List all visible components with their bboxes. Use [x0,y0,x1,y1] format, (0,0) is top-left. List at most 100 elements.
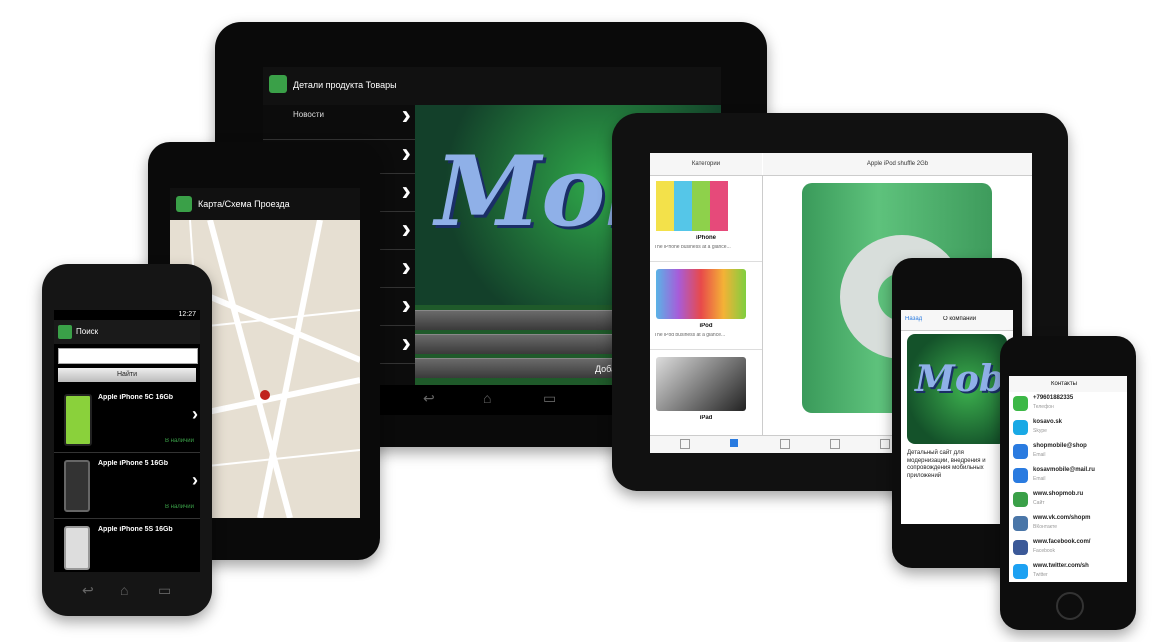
android-phone: 12:27 Поиск Найти Apple iPhone 5C 16Gb В… [42,264,212,616]
status-bar: 12:27 [54,310,200,320]
tab-icon[interactable] [730,439,738,447]
chevron-right-icon: › [401,251,411,282]
app-icon [58,325,72,339]
tab-icon[interactable] [680,439,690,449]
contact-row[interactable]: kosavmobile@mail.ru Email [1009,464,1127,489]
back-key-icon[interactable]: ↩ [82,582,94,599]
contact-type: Email [1033,452,1046,458]
map-title: Карта/Схема Проезда [198,200,290,209]
contact-value: kosavo.sk [1033,419,1063,425]
iphone-contacts: Контакты +79601882335 Телефон kosavo.sk Sk… [1000,336,1136,630]
menu-item-label: Новости [293,111,324,119]
tab-icon[interactable] [880,439,890,449]
contact-type: Сайт [1033,500,1045,506]
tab-icon[interactable] [830,439,840,449]
list-item[interactable]: iPad [650,351,762,435]
map-marker-icon [260,390,270,400]
vk-icon [1013,516,1028,531]
list-item[interactable]: Apple iPhone 5 16Gb В наличии › [54,454,200,519]
menu-item-news[interactable]: Новости › [263,99,415,140]
about-text: Детальный сайт для модернизации, внедрен… [907,450,986,479]
contact-type: ВКонтакте [1033,524,1058,530]
contact-value: www.vk.com/shopm [1033,515,1091,521]
phone-header: Поиск [54,320,200,344]
list-item[interactable]: iPod The iPod business at a glance... [650,263,762,350]
product-status: В наличии [164,438,194,444]
search-button[interactable]: Найти [58,368,196,382]
contact-type: Facebook [1033,548,1055,554]
contact-row[interactable]: www.shopmob.ru Сайт [1009,488,1127,513]
category-name: iPod [699,323,713,329]
ios-title: Контакты [1051,381,1077,387]
product-name: Apple iPhone 5C 16Gb [98,394,174,401]
product-status: В наличии [164,504,194,510]
contact-type: Телефон [1033,404,1054,410]
list-item[interactable]: Apple iPhone 5C 16Gb В наличии › [54,388,200,453]
product-image [64,394,92,446]
mail-icon [1013,444,1028,459]
ipod-image [656,269,746,319]
category-list: iPhone The iPhone business at a glance..… [650,175,763,435]
ipad-left-header: Категории [650,153,762,176]
contact-row[interactable]: shopmobile@shop Email [1009,440,1127,465]
contact-row[interactable]: www.vk.com/shopm ВКонтакте [1009,512,1127,537]
home-button[interactable] [1056,592,1084,620]
product-name: Apple iPhone 5S 16Gb [98,526,173,533]
tablet-title: Детали продукта Товары [293,81,397,90]
contact-row[interactable]: kosavo.sk Skype [1009,416,1127,441]
search-input[interactable] [58,348,198,364]
chevron-right-icon: › [401,213,411,244]
mail-icon [1013,468,1028,483]
chevron-right-icon: › [192,470,198,490]
contact-row[interactable]: www.twitter.com/sh Twitter [1009,560,1127,582]
category-desc: The iPhone business at a glance... [654,245,731,250]
contact-row[interactable]: www.facebook.com/Facebook [1009,536,1127,561]
contact-value: www.twitter.com/sh [1033,563,1089,569]
chevron-right-icon: › [401,289,411,320]
list-item[interactable]: Apple iPhone 5S 16Gb [54,520,200,570]
company-logo: Mob [907,334,1007,444]
ipad-right-header: Apple iPod shuffle 2Gb [763,153,1032,176]
back-link[interactable]: Назад [905,316,922,323]
category-desc: The iPod business at a glance... [654,333,726,338]
map-header: Карта/Схема Проезда [170,188,360,220]
contact-type: Twitter [1033,572,1048,578]
contact-value: +79601882335 [1033,395,1074,401]
contact-value: www.facebook.com/ [1033,539,1091,545]
home-key-icon[interactable]: ⌂ [483,390,491,406]
list-item[interactable]: iPhone The iPhone business at a glance..… [650,175,762,262]
iphone-image [656,181,746,231]
chevron-right-icon: › [401,99,411,130]
ios-nav-bar: Назад О компании [901,310,1013,331]
contact-value: kosavmobile@mail.ru [1033,467,1095,473]
chevron-right-icon: › [401,175,411,206]
skype-icon [1013,420,1028,435]
phone-title: Поиск [76,328,99,336]
contact-type: Skype [1033,428,1047,434]
contact-value: shopmobile@shop [1033,443,1087,449]
logo-text: Mob [915,358,1005,400]
chevron-right-icon: › [401,327,411,358]
iphone-contacts-screen: Контакты +79601882335 Телефон kosavo.sk Sk… [1009,376,1127,582]
contact-row[interactable]: +79601882335 Телефон [1009,392,1127,417]
status-time: 12:27 [178,311,196,318]
back-key-icon[interactable]: ↩ [423,390,435,407]
twitter-icon [1013,564,1028,579]
tab-icon[interactable] [780,439,790,449]
ipad-image [656,357,746,411]
chevron-right-icon: › [192,404,198,424]
phone-icon [1013,396,1028,411]
recent-key-icon[interactable]: ▭ [543,390,556,407]
category-name: iPhone [695,235,716,241]
product-image [64,460,90,512]
product-image [64,526,90,570]
product-name: Apple iPhone 5 16Gb [98,460,169,467]
contact-value: www.shopmob.ru [1033,491,1084,497]
tablet-header: Детали продукта Товары [263,67,721,105]
home-key-icon[interactable]: ⌂ [120,582,128,598]
contact-type: Email [1033,476,1046,482]
ios-nav-bar: Контакты [1009,376,1127,393]
recent-key-icon[interactable]: ▭ [158,582,171,599]
category-name: iPad [699,415,713,421]
app-icon [176,196,192,212]
